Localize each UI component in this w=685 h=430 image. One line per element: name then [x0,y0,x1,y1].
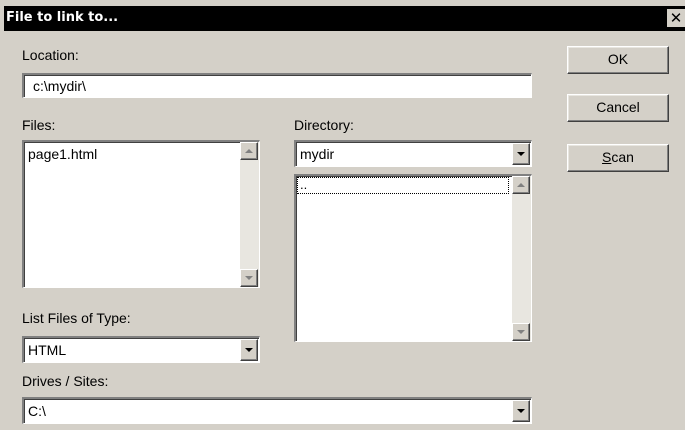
title-bar: File to link to... ✕ [4,6,685,31]
file-type-selected: HTML [28,342,67,358]
location-value: c:\mydir\ [33,78,86,94]
files-scrollbar[interactable] [240,142,259,287]
triangle-up-icon [245,149,253,153]
triangle-down-icon [245,276,253,280]
directory-label: Directory: [294,117,354,133]
ok-button[interactable]: OK [567,46,669,74]
directory-selected: mydir [300,146,335,162]
file-type-combo[interactable]: HTML [22,336,260,363]
dialog-title: File to link to... [6,10,119,25]
directory-scroll-up-button[interactable] [512,176,530,194]
directory-scroll-down-button[interactable] [512,323,530,341]
scan-button[interactable]: Scan [567,144,669,172]
files-label: Files: [22,117,56,133]
triangle-up-icon [517,183,525,187]
location-input[interactable]: c:\mydir\ [22,73,532,98]
directory-dropdown-button[interactable] [512,143,530,165]
location-label: Location: [22,47,79,63]
file-type-label: List Files of Type: [22,310,131,326]
file-link-dialog: File to link to... ✕ Location: c:\mydir\… [0,0,685,430]
cancel-button[interactable]: Cancel [567,94,669,122]
drives-combo[interactable]: C:\ [22,397,532,424]
triangle-down-icon [517,330,525,334]
files-scroll-up-button[interactable] [240,142,258,160]
chevron-down-icon [517,409,525,413]
files-list[interactable]: page1.html [22,140,260,288]
scan-mnemonic: S [602,149,612,165]
directory-scrollbar[interactable] [512,176,531,341]
close-button[interactable]: ✕ [667,9,685,27]
chevron-down-icon [245,348,253,352]
directory-list[interactable]: .. [294,174,532,342]
drives-label: Drives / Sites: [22,373,109,389]
file-type-dropdown-button[interactable] [240,339,258,361]
directory-combo[interactable]: mydir [294,140,532,167]
file-item-page1[interactable]: page1.html [28,146,97,162]
files-scroll-down-button[interactable] [240,269,258,287]
drives-selected: C:\ [28,403,46,419]
scan-label-rest: can [611,149,634,165]
chevron-down-icon [517,152,525,156]
directory-item-parent[interactable]: .. [297,177,509,194]
drives-dropdown-button[interactable] [512,400,530,422]
